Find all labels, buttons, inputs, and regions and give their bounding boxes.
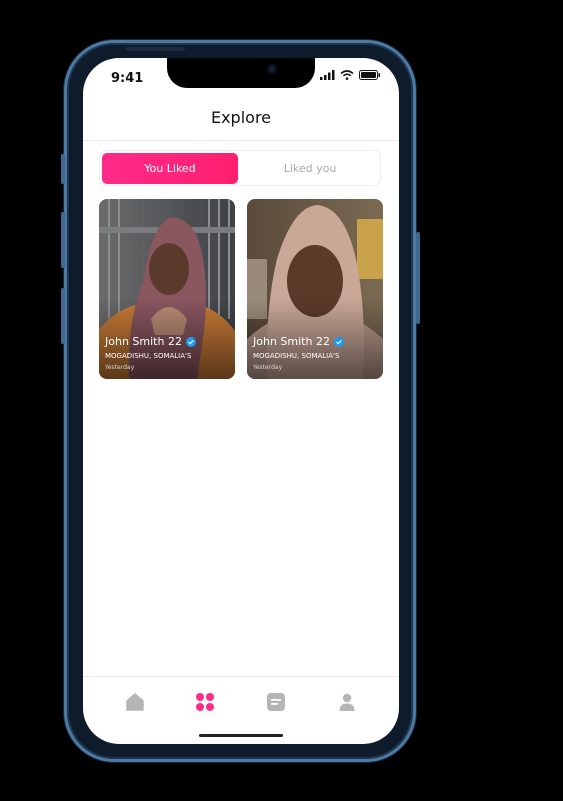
side-button-left-3 [61,288,65,344]
side-button-right [416,232,420,324]
battery-icon [359,70,381,80]
home-indicator [199,734,283,737]
home-icon[interactable] [124,691,146,713]
card-location: MOGADISHU, SOMALIA'S [105,352,192,360]
signal-icon [320,70,335,80]
status-time: 9:41 [111,71,144,86]
speaker [125,47,185,51]
side-button-left-1 [61,154,65,184]
card-name: John Smith 22 [105,335,196,348]
camera [267,64,277,74]
verified-icon [185,336,196,347]
page-title: Explore [210,108,272,127]
screen: 9:41 Explore You Liked Liked you John Sm… [83,58,399,744]
card-time: Yesterday [253,364,283,371]
tab-you-liked[interactable]: You Liked [102,153,238,184]
card-time: Yesterday [105,364,135,371]
tab-liked-you[interactable]: Liked you [242,153,378,184]
card-name-text: John Smith 22 [253,335,330,348]
card-name: John Smith 22 [253,335,344,348]
status-icons [320,70,381,80]
card-location: MOGADISHU, SOMALIA'S [253,352,340,360]
segmented-control: You Liked Liked you [99,150,381,186]
side-button-left-2 [61,212,65,268]
profile-icon[interactable] [336,691,358,713]
wifi-icon [340,70,354,80]
notch [167,58,315,88]
header: Explore [83,100,399,141]
profile-card[interactable]: John Smith 22 MOGADISHU, SOMALIA'S Yeste… [99,199,235,379]
profile-card[interactable]: John Smith 22 MOGADISHU, SOMALIA'S Yeste… [247,199,383,379]
bottom-tab-bar [83,676,399,727]
verified-icon [333,336,344,347]
card-name-text: John Smith 22 [105,335,182,348]
chat-icon[interactable] [265,691,287,713]
grid-icon[interactable] [194,691,216,713]
